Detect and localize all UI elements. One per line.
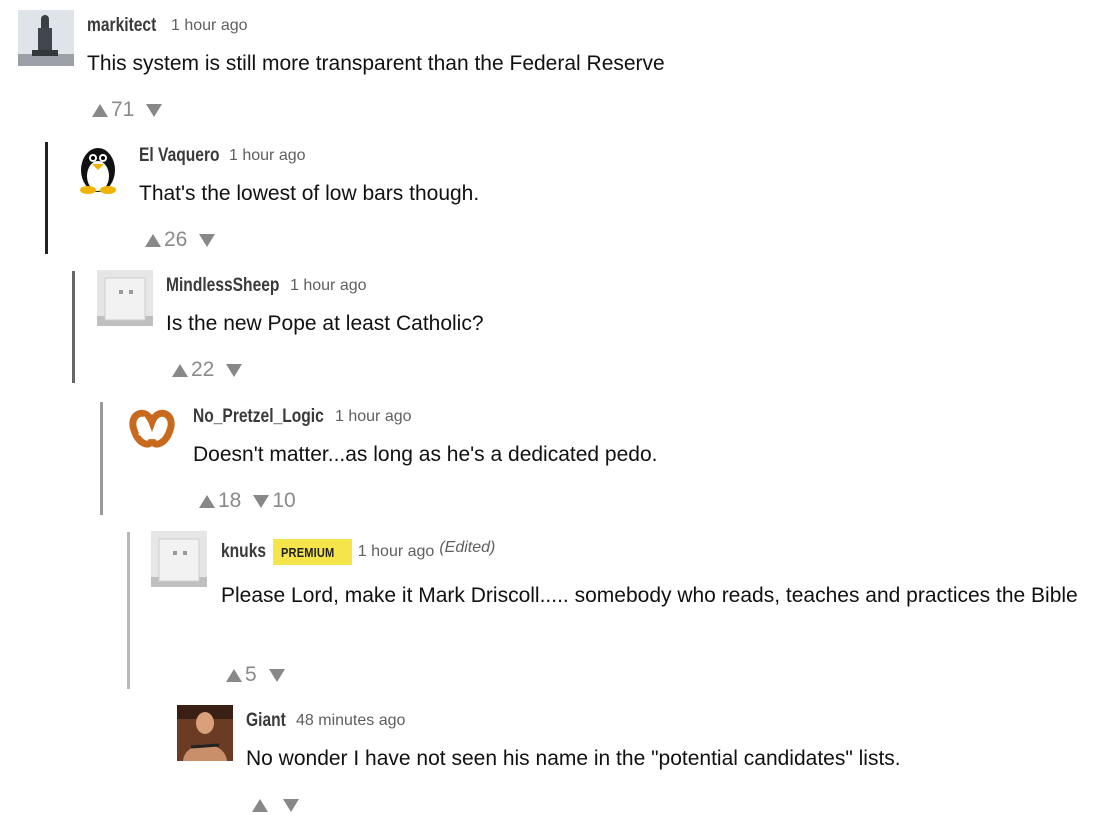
vote-controls: 26 xyxy=(145,227,216,253)
username[interactable]: No_Pretzel_Logic xyxy=(193,406,324,428)
timestamp[interactable]: 48 minutes ago xyxy=(296,712,405,730)
thread-line xyxy=(100,402,103,515)
username[interactable]: markitect xyxy=(87,15,156,37)
upvote-icon[interactable] xyxy=(172,363,188,377)
upvote-icon[interactable] xyxy=(145,233,161,247)
username[interactable]: knuks xyxy=(221,541,266,563)
username[interactable]: El Vaquero xyxy=(139,145,220,167)
username[interactable]: MindlessSheep xyxy=(166,275,279,297)
vote-controls: 18 10 xyxy=(199,488,308,514)
user-avatar[interactable] xyxy=(18,10,74,66)
downvote-icon[interactable] xyxy=(146,103,163,117)
timestamp[interactable]: 1 hour ago xyxy=(335,408,412,426)
comment-text: Doesn't matter...as long as he's a dedic… xyxy=(193,443,658,466)
user-avatar[interactable] xyxy=(151,531,207,587)
upvote-count: 26 xyxy=(164,228,188,251)
upvote-count: 5 xyxy=(245,663,257,686)
vote-controls xyxy=(252,792,299,818)
downvote-icon[interactable] xyxy=(268,668,285,682)
user-avatar[interactable] xyxy=(177,705,233,761)
timestamp[interactable]: 1 hour ago xyxy=(171,17,248,35)
timestamp[interactable]: 1 hour ago xyxy=(290,277,367,295)
edited-label: (Edited) xyxy=(439,539,496,556)
upvote-icon[interactable] xyxy=(252,798,268,812)
downvote-count: 10 xyxy=(272,489,296,512)
upvote-count: 71 xyxy=(111,98,135,121)
vote-controls: 5 xyxy=(226,662,285,688)
downvote-icon[interactable] xyxy=(226,363,243,377)
downvote-icon[interactable] xyxy=(283,798,299,812)
comment-text: Please Lord, make it Mark Driscoll..... … xyxy=(221,584,1078,607)
thread-line xyxy=(127,532,130,689)
upvote-icon[interactable] xyxy=(226,668,242,682)
comment-text: Is the new Pope at least Catholic? xyxy=(166,312,484,335)
comment-text: No wonder I have not seen his name in th… xyxy=(246,747,901,770)
timestamp[interactable]: 1 hour ago xyxy=(229,147,306,165)
thread-line xyxy=(45,142,48,254)
thread-line xyxy=(72,271,75,383)
downvote-icon[interactable] xyxy=(199,233,216,247)
upvote-count: 18 xyxy=(218,489,242,512)
vote-controls: 22 xyxy=(172,357,243,383)
upvote-icon[interactable] xyxy=(92,103,108,117)
comment-text: This system is still more transparent th… xyxy=(87,52,665,75)
username[interactable]: Giant xyxy=(246,710,286,732)
user-avatar[interactable] xyxy=(70,140,126,196)
timestamp[interactable]: 1 hour ago xyxy=(358,543,435,561)
upvote-icon[interactable] xyxy=(199,494,215,508)
upvote-count: 22 xyxy=(191,358,215,381)
comment-text: That's the lowest of low bars though. xyxy=(139,182,480,205)
user-avatar[interactable] xyxy=(97,270,153,326)
vote-controls: 71 xyxy=(92,97,163,123)
downvote-icon[interactable] xyxy=(253,494,270,508)
user-avatar[interactable] xyxy=(124,400,180,456)
premium-badge: PREMIUM xyxy=(273,539,352,565)
